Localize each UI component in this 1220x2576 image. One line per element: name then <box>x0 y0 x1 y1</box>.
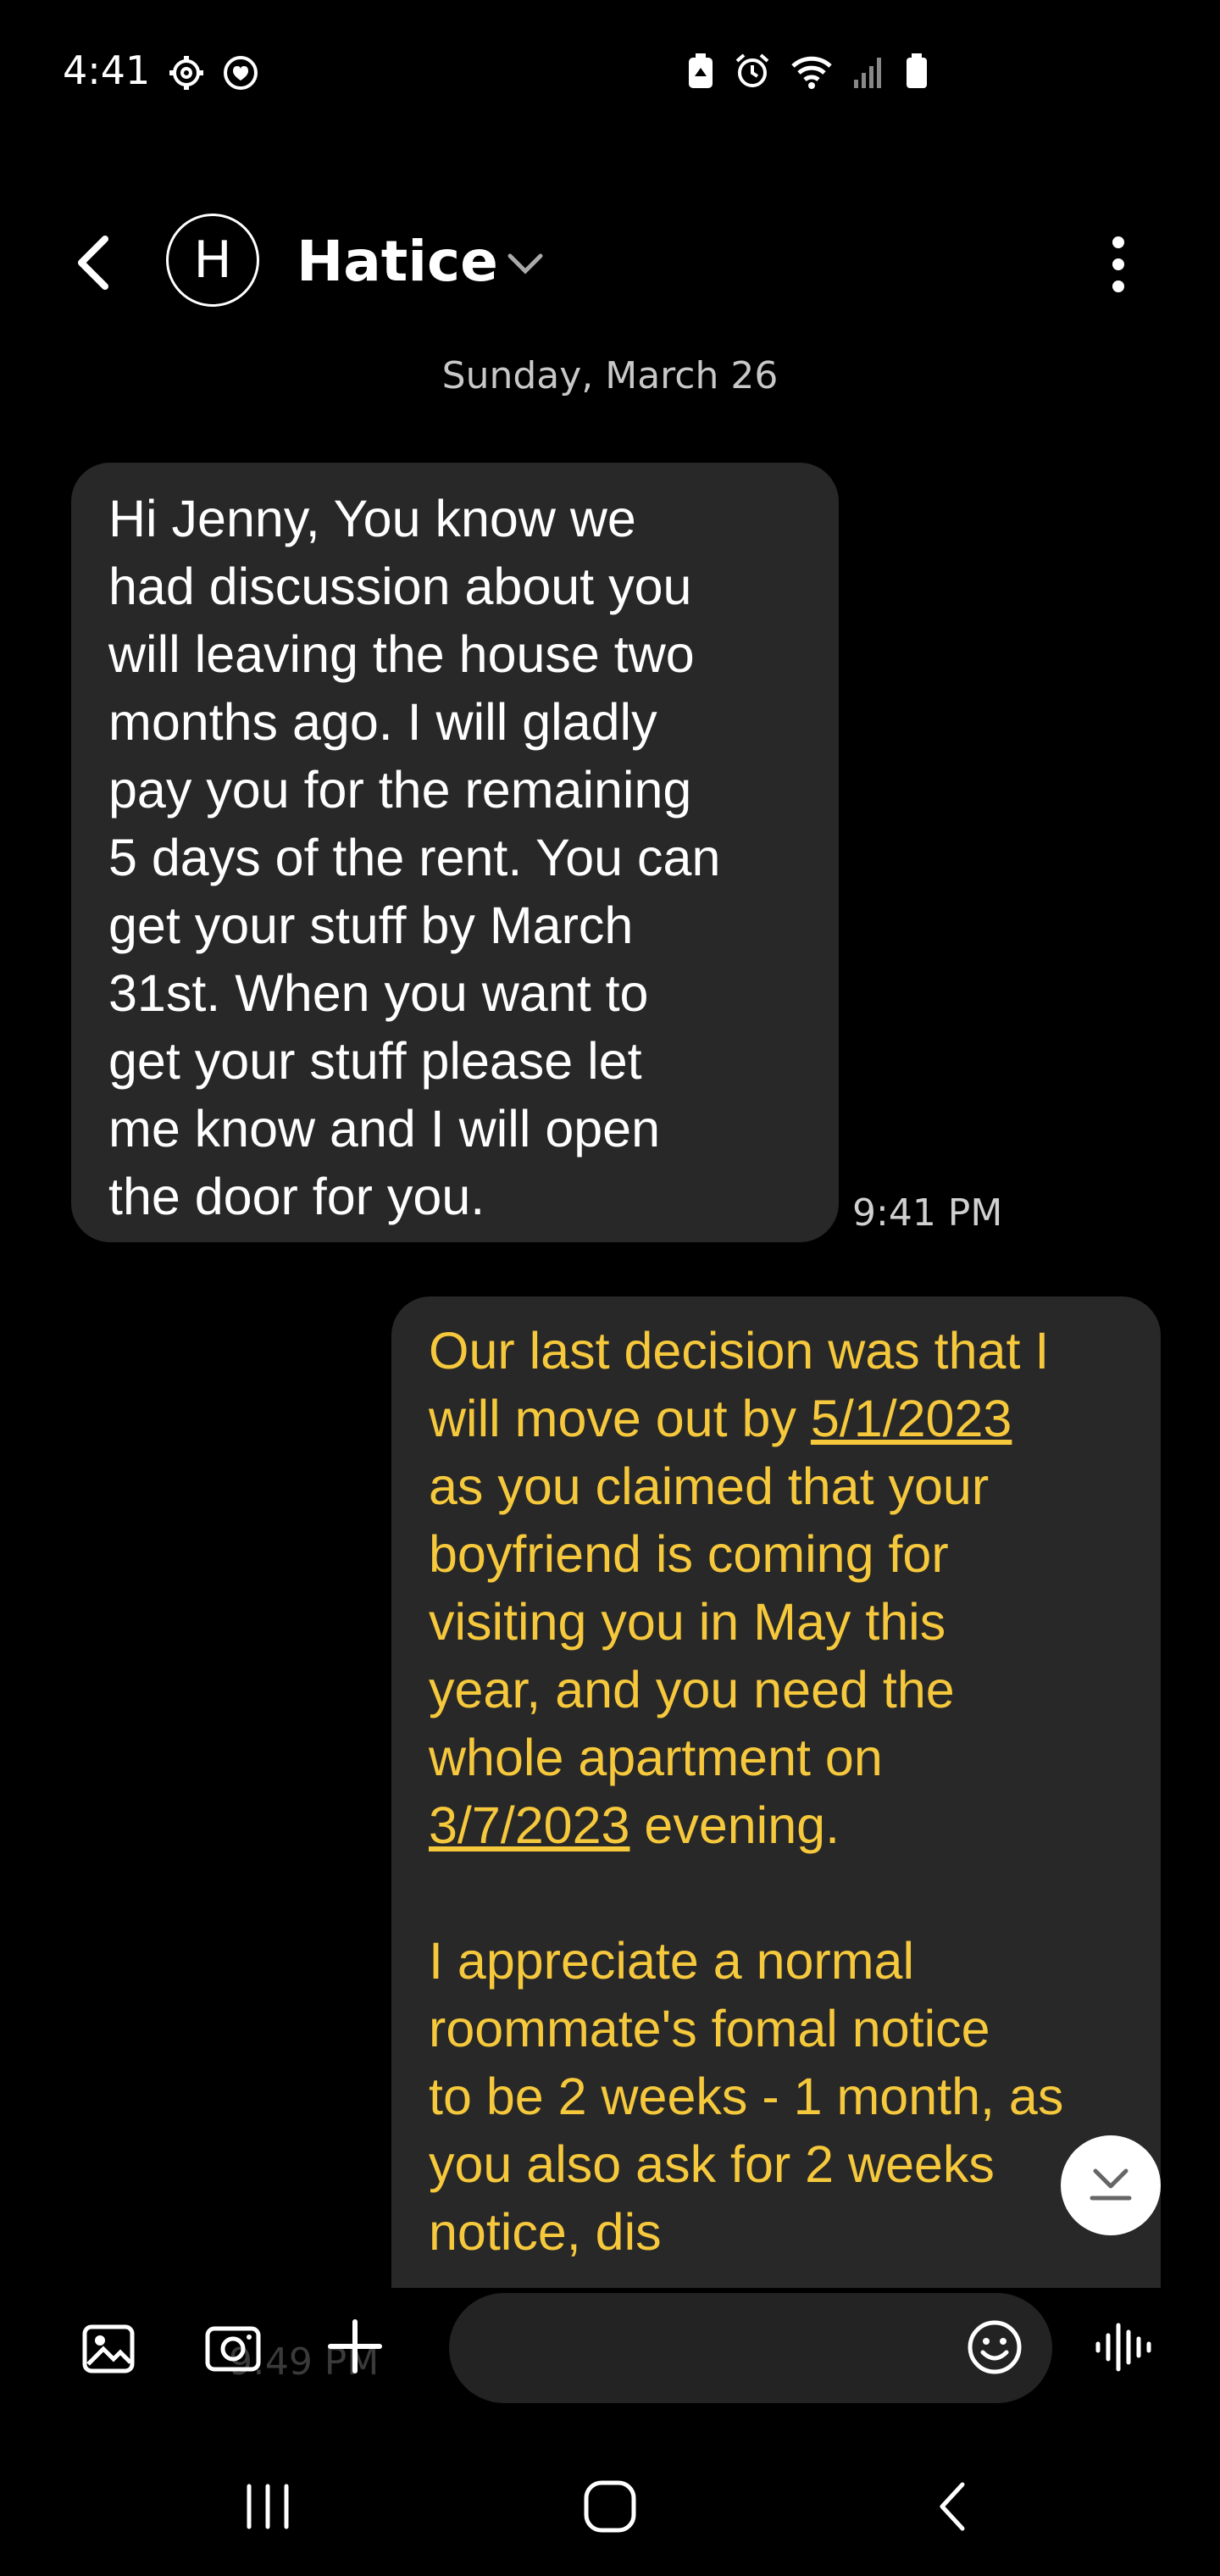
conversation-header: H Hatice <box>0 195 1220 330</box>
incoming-message-text: Hi Jenny, You know we had discussion abo… <box>108 490 721 1225</box>
back-button[interactable] <box>68 229 127 297</box>
avatar[interactable]: H <box>166 214 259 307</box>
outgoing-message-text: Our last decision was that I will move o… <box>429 1322 1064 2261</box>
alarm-icon <box>734 53 771 90</box>
heart-monitor-icon <box>222 54 259 92</box>
scroll-to-bottom-button[interactable] <box>1061 2135 1161 2235</box>
chevron-down-icon[interactable] <box>505 247 546 285</box>
incoming-message-bubble[interactable]: Hi Jenny, You know we had discussion abo… <box>71 463 839 1242</box>
gallery-icon[interactable] <box>81 2322 136 2379</box>
back-icon[interactable] <box>932 2479 973 2537</box>
plus-icon[interactable] <box>327 2318 383 2378</box>
outgoing-message-bubble[interactable]: Our last decision was that I will move o… <box>391 1296 1161 2313</box>
more-vertical-icon <box>1101 236 1135 302</box>
back-arrow-icon <box>68 236 119 300</box>
emoji-icon[interactable] <box>966 2318 1023 2379</box>
battery-saver-icon <box>686 53 715 90</box>
battery-icon <box>905 53 929 90</box>
signal-icon <box>852 53 886 90</box>
recent-apps-icon[interactable] <box>242 2481 293 2535</box>
voice-icon[interactable] <box>1093 2318 1156 2379</box>
message-input[interactable] <box>449 2293 1052 2403</box>
status-time: 4:41 <box>63 47 151 93</box>
incoming-message-time: 9:41 PM <box>852 1191 1003 1235</box>
status-bar: 4:41 <box>0 0 1220 144</box>
camera-icon[interactable] <box>205 2322 261 2376</box>
wifi-icon <box>790 53 834 90</box>
home-icon[interactable] <box>581 2478 639 2539</box>
more-options-button[interactable] <box>1101 230 1135 298</box>
date-link[interactable]: 3/7/2023 <box>429 1796 629 1854</box>
scroll-down-icon <box>1085 2162 1136 2208</box>
date-link[interactable]: 5/1/2023 <box>811 1390 1012 1447</box>
contact-name[interactable]: Hatice <box>297 229 498 294</box>
avatar-initial: H <box>193 230 232 290</box>
gear-icon <box>168 54 205 92</box>
date-separator: Sunday, March 26 <box>441 354 779 397</box>
